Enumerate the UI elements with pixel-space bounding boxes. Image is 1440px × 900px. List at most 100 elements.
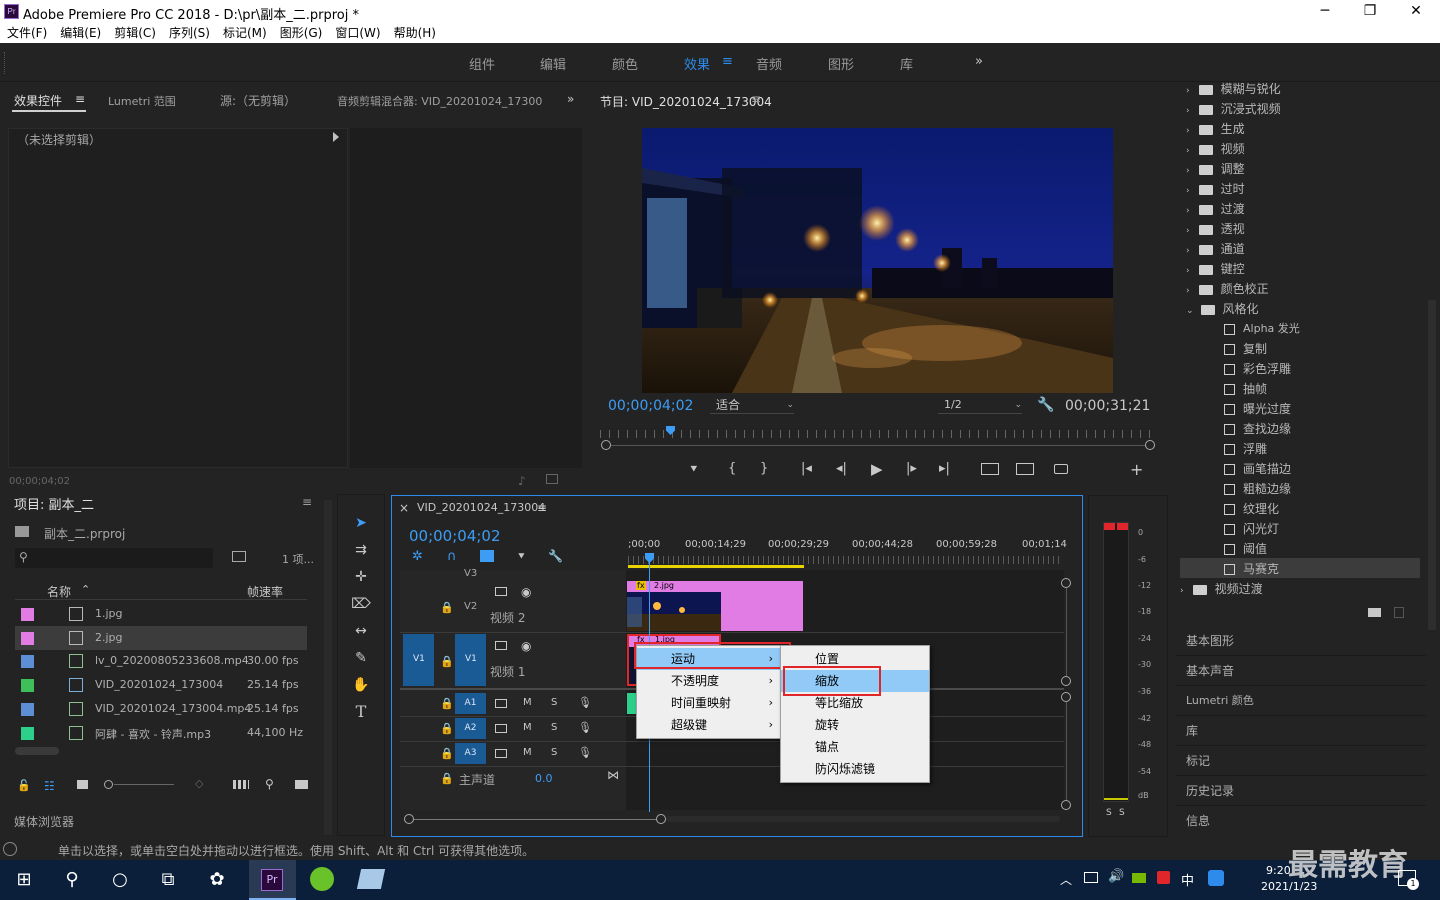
effect-item[interactable]: 画笔描边 — [1224, 460, 1291, 480]
zoom-slider-track[interactable] — [114, 784, 174, 785]
mark-in-icon[interactable]: { — [728, 461, 736, 476]
tab-lumetri-scopes[interactable]: Lumetri 范围 — [108, 93, 176, 109]
mute-button[interactable]: M — [523, 722, 532, 733]
hscroll-handle-right[interactable] — [656, 814, 666, 824]
label-color-swatch[interactable] — [21, 679, 34, 692]
notification-center-icon[interactable]: 1 — [1398, 870, 1419, 890]
effect-item[interactable]: Alpha 发光 — [1224, 320, 1300, 340]
camera-icon[interactable] — [1054, 464, 1068, 474]
section-essential-sound[interactable]: 基本声音 — [1176, 656, 1426, 686]
new-bin-from-search-icon[interactable] — [232, 551, 246, 562]
vscroll-handle-top[interactable] — [1061, 578, 1071, 588]
add-marker-icon[interactable]: ⯆ — [517, 550, 526, 564]
search-icon[interactable]: ⚲ — [48, 860, 96, 900]
timeline-close-button[interactable]: × — [399, 501, 409, 515]
tray-time[interactable]: 9:20 — [1266, 864, 1291, 877]
label-color-swatch[interactable] — [21, 727, 34, 740]
zoom-bar[interactable] — [606, 445, 1150, 446]
submenu-item-rotation[interactable]: 旋转 — [781, 714, 929, 736]
effect-folder[interactable]: › 视频过渡 — [1180, 580, 1263, 600]
label-color-swatch[interactable] — [21, 632, 34, 645]
razor-tool-icon[interactable]: ⌦ — [350, 593, 372, 615]
effect-folder[interactable]: › 模糊与锐化 — [1186, 80, 1281, 98]
program-ruler[interactable] — [600, 430, 1156, 438]
effect-folder-open[interactable]: ⌄ 风格化 — [1186, 300, 1259, 320]
snap-magnet-icon[interactable]: ∩ — [447, 549, 457, 564]
taskbar-premiere[interactable]: Pr — [249, 860, 296, 900]
solo-button[interactable]: S — [551, 747, 557, 758]
timeline-settings-icon[interactable]: 🔧 — [548, 549, 563, 563]
effect-item[interactable]: 纹理化 — [1224, 500, 1279, 520]
effect-folder[interactable]: › 键控 — [1186, 260, 1245, 280]
zoom-handle-left[interactable] — [601, 440, 611, 450]
lock-track-icon[interactable]: 🔒 — [440, 772, 454, 785]
slip-tool-icon[interactable]: ↔ — [350, 620, 372, 642]
menu-sequence[interactable]: 序列(S) — [169, 23, 210, 43]
workspace-graphics[interactable]: 图形 — [828, 54, 854, 73]
sync-lock-icon[interactable] — [495, 641, 507, 650]
lock-track-icon[interactable]: 🔒 — [440, 697, 454, 710]
column-name[interactable]: 名称 — [47, 583, 71, 600]
program-current-timecode[interactable]: 00;00;04;02 — [608, 398, 693, 414]
program-menu-icon[interactable]: ≡ — [751, 92, 761, 106]
mark-out-icon[interactable]: } — [760, 461, 768, 476]
track-label-v2[interactable]: V2 — [464, 601, 477, 612]
label-color-swatch[interactable] — [21, 655, 34, 668]
submenu-item-anti-flicker[interactable]: 防闪烁滤镜 — [781, 758, 929, 780]
effect-item[interactable]: 闪光灯 — [1224, 520, 1279, 540]
icon-view-icon[interactable] — [77, 780, 88, 789]
menu-file[interactable]: 文件(F) — [7, 23, 47, 43]
workspace-editing[interactable]: 编辑 — [540, 54, 566, 73]
lock-track-icon[interactable]: 🔒 — [440, 722, 454, 735]
effect-item[interactable]: 查找边缘 — [1224, 420, 1291, 440]
close-button[interactable]: ✕ — [1393, 0, 1439, 23]
project-row-selected[interactable]: 2.jpg — [15, 626, 307, 650]
lock-track-icon[interactable]: 🔒 — [440, 655, 454, 668]
effect-folder[interactable]: › 过渡 — [1186, 200, 1245, 220]
effect-item[interactable]: 浮雕 — [1224, 440, 1267, 460]
sort-icon[interactable]: ◇ — [195, 777, 203, 790]
marker-icon[interactable]: ⯆ — [689, 462, 699, 477]
tray-ime[interactable]: 中 — [1181, 870, 1194, 889]
workspace-libraries[interactable]: 库 — [900, 54, 913, 73]
timeline-timecode[interactable]: 00;00;04;02 — [409, 527, 501, 545]
hscroll-thumb[interactable] — [414, 819, 656, 820]
effect-folder[interactable]: › 颜色校正 — [1186, 280, 1269, 300]
sync-lock-icon[interactable] — [495, 699, 507, 708]
cortana-icon[interactable]: ○ — [96, 860, 144, 900]
effect-item[interactable]: 复制 — [1224, 340, 1267, 360]
mute-button[interactable]: M — [523, 747, 532, 758]
section-libraries[interactable]: 库 — [1176, 716, 1426, 746]
tab-menu-icon[interactable]: ≡ — [75, 92, 85, 106]
panel-more-button[interactable]: » — [567, 92, 574, 106]
menu-help[interactable]: 帮助(H) — [394, 23, 436, 43]
project-row[interactable]: lv_0_20200805233608.mp4 30.00 fps — [15, 649, 307, 673]
tray-security-icon[interactable] — [1157, 871, 1170, 884]
microphone-icon[interactable]: 🎙 — [578, 746, 592, 759]
effect-item[interactable]: 粗糙边缘 — [1224, 480, 1291, 500]
master-volume-value[interactable]: 0.0 — [535, 772, 553, 785]
menu-item-opacity[interactable]: 不透明度 › — [637, 670, 781, 692]
workspace-menu-icon[interactable]: ≡ — [722, 54, 733, 69]
menu-item-time-remapping[interactable]: 时间重映射 › — [637, 692, 781, 714]
section-lumetri-color[interactable]: Lumetri 颜色 — [1176, 686, 1426, 716]
selected-effect-row[interactable] — [1180, 558, 1420, 578]
effects-scrollbar[interactable] — [1428, 300, 1436, 630]
audio-meter[interactable] — [1103, 522, 1129, 802]
type-tool-icon[interactable]: T — [350, 701, 372, 723]
timeline-tab[interactable]: VID_20201024_173004 — [417, 501, 545, 514]
label-color-swatch[interactable] — [21, 703, 34, 716]
zoom-slider-handle[interactable] — [104, 780, 113, 789]
new-custom-bin-icon[interactable] — [1368, 608, 1381, 617]
effect-item[interactable]: 曝光过度 — [1224, 400, 1291, 420]
track-target-a1[interactable]: A1 — [455, 693, 486, 714]
lock-icon[interactable]: 🔓 — [17, 779, 31, 792]
automate-to-sequence-icon[interactable] — [233, 780, 249, 789]
timeline-ruler[interactable] — [628, 556, 1060, 564]
project-menu-icon[interactable]: ≡ — [302, 495, 312, 509]
microphone-icon[interactable]: 🎙 — [578, 721, 592, 734]
zoom-handle-right[interactable] — [1145, 440, 1155, 450]
project-scrollbar[interactable] — [15, 747, 59, 755]
hscroll-handle-left[interactable] — [404, 814, 414, 824]
project-row[interactable]: 阿肆 - 喜欢 - 铃声.mp3 44,100 Hz — [15, 721, 307, 745]
